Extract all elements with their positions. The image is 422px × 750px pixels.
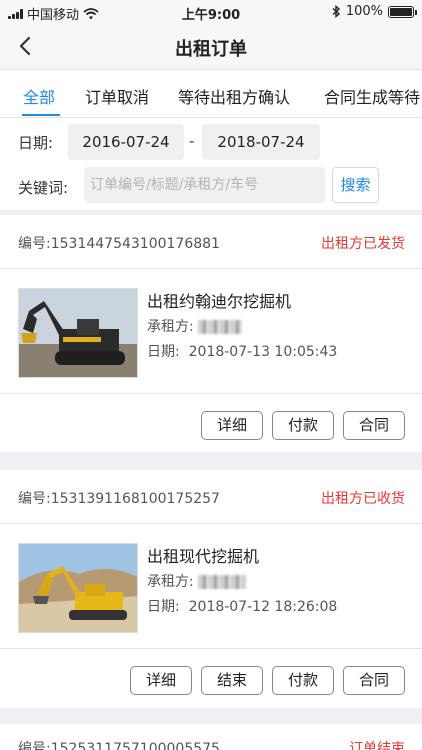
- pay-button[interactable]: 付款: [272, 411, 334, 440]
- order-date-line: 日期: 2018-07-12 18:26:08: [147, 596, 337, 616]
- keyword-label: 关键词:: [18, 179, 69, 197]
- date-to-field[interactable]: 2018-07-24: [202, 124, 320, 160]
- lessee-name-redacted: [197, 575, 246, 589]
- pay-button[interactable]: 付款: [272, 666, 334, 695]
- order-date: 2018-07-13 10:05:43: [188, 344, 338, 360]
- order-card-body[interactable]: 出租现代挖掘机 承租方: 日期: 2018-07-12 18:26:08: [0, 525, 422, 649]
- status-tabs: 全部 订单取消 等待出租方确认 合同生成等待: [0, 70, 422, 118]
- order-title: 出租约翰迪尔挖掘机: [147, 292, 292, 311]
- order-date: 2018-07-12 18:26:08: [188, 599, 338, 615]
- bluetooth-icon: [332, 5, 340, 18]
- status-right: 100%: [332, 4, 417, 19]
- battery-icon: [388, 5, 417, 18]
- equipment-photo: [18, 288, 138, 378]
- john-deere-excavator-image: [19, 289, 137, 377]
- contract-button[interactable]: 合同: [343, 411, 405, 440]
- tab-cancelled[interactable]: 订单取消: [85, 84, 149, 108]
- keyword-search-input[interactable]: 订单编号/标题/承租方/车号: [84, 167, 325, 203]
- tab-awaiting-lessor-confirm[interactable]: 等待出租方确认: [178, 84, 290, 108]
- order-actions: 详细 付款 合同: [201, 411, 405, 440]
- order-actions: 详细 结束 付款 合同: [130, 666, 405, 695]
- lessee-name-redacted: [197, 320, 242, 334]
- date-label: 日期:: [18, 134, 54, 152]
- search-button[interactable]: 搜索: [332, 167, 379, 203]
- order-card-header: 编号:1525311757100005575 订单结束: [0, 724, 422, 750]
- hyundai-excavator-image: [19, 544, 137, 632]
- order-card-body[interactable]: 出租约翰迪尔挖掘机 承租方: 日期: 2018-07-13 10:05:43: [0, 270, 422, 394]
- finish-button[interactable]: 结束: [201, 666, 263, 695]
- tab-all[interactable]: 全部: [23, 84, 55, 108]
- order-date-label: 日期:: [147, 344, 180, 360]
- details-button[interactable]: 详细: [201, 411, 263, 440]
- active-tab-indicator: [22, 114, 60, 116]
- lessee-label: 承租方:: [147, 319, 194, 335]
- date-from-field[interactable]: 2016-07-24: [68, 124, 184, 160]
- filter-panel: 日期: 2016-07-24 - 2018-07-24 关键词: 订单编号/标题…: [0, 118, 422, 210]
- equipment-photo: [18, 543, 138, 633]
- order-number: 编号:1531391168100175257: [18, 491, 220, 507]
- order-number: 编号:1531447543100176881: [18, 236, 220, 252]
- details-button[interactable]: 详细: [130, 666, 192, 695]
- status-bar: 中国移动 上午9:00 100%: [0, 0, 422, 24]
- contract-button[interactable]: 合同: [343, 666, 405, 695]
- order-date-label: 日期:: [147, 599, 180, 615]
- order-card: 编号:1525311757100005575 订单结束: [0, 724, 422, 750]
- navigation-bar: 出租订单: [0, 24, 422, 70]
- order-card: 编号:1531447543100176881 出租方已发货 出租约翰迪尔挖掘机 …: [0, 215, 422, 452]
- order-title: 出租现代挖掘机: [147, 547, 260, 566]
- order-status: 订单结束: [349, 741, 405, 750]
- lessee-line: 承租方:: [147, 571, 246, 591]
- lessee-label: 承租方:: [147, 574, 194, 590]
- order-status: 出租方已收货: [321, 491, 405, 507]
- page-title: 出租订单: [175, 39, 247, 60]
- order-status: 出租方已发货: [321, 236, 405, 252]
- order-card-header: 编号:1531391168100175257 出租方已收货: [0, 470, 422, 524]
- order-card-header: 编号:1531447543100176881 出租方已发货: [0, 215, 422, 269]
- tab-contract-pending[interactable]: 合同生成等待: [324, 84, 420, 108]
- order-date-line: 日期: 2018-07-13 10:05:43: [147, 341, 337, 361]
- battery-percent: 100%: [345, 4, 383, 19]
- lessee-line: 承租方:: [147, 316, 242, 336]
- order-card: 编号:1531391168100175257 出租方已收货 出租现代挖掘机 承租…: [0, 470, 422, 708]
- order-number: 编号:1525311757100005575: [18, 741, 220, 750]
- date-separator: -: [189, 132, 195, 150]
